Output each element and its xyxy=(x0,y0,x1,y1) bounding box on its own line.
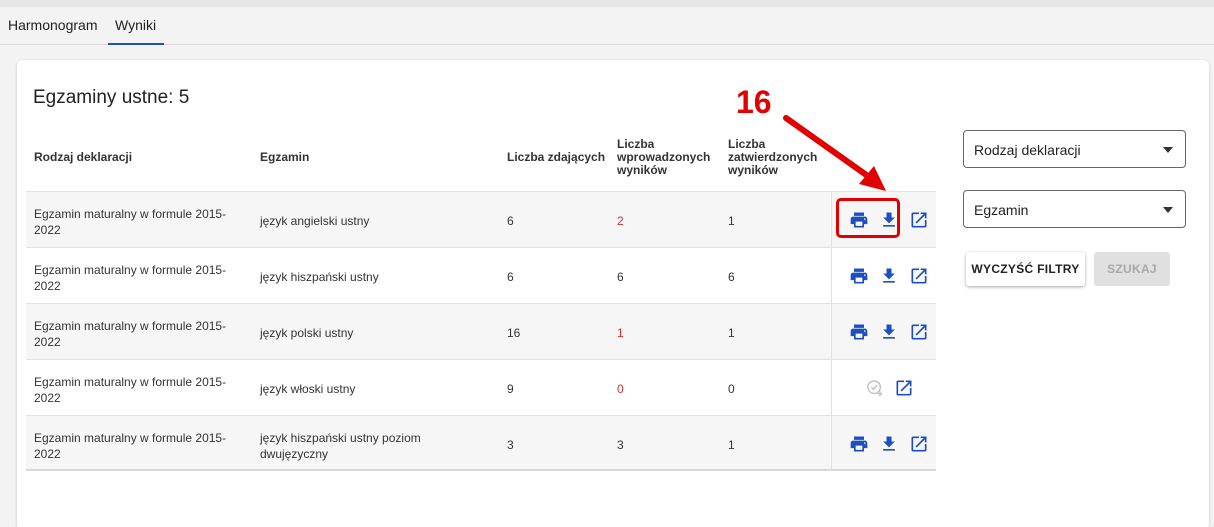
print-icon[interactable] xyxy=(849,322,869,342)
students-count-cell: 16 xyxy=(507,326,521,340)
active-tab-indicator xyxy=(108,43,164,45)
page-title: Egzaminy ustne: 5 xyxy=(33,87,190,108)
declaration-type-select-label: Rodzaj deklaracji xyxy=(974,142,1081,158)
column-header-line: Egzamin xyxy=(260,150,310,164)
exam-cell: język polski ustny xyxy=(260,326,354,340)
column-header: Rodzaj deklaracji xyxy=(34,151,132,164)
print-icon[interactable] xyxy=(849,266,869,286)
column-divider xyxy=(831,360,832,415)
row-actions xyxy=(838,322,934,342)
exam-cell: język włoski ustny xyxy=(260,382,356,396)
column-header-line: wyników xyxy=(728,163,779,177)
column-header: Liczba wprowadzonych wyników xyxy=(617,138,710,177)
exam-select[interactable]: Egzamin xyxy=(963,190,1186,228)
entered-results-cell: 0 xyxy=(617,382,624,396)
entered-results-cell: 1 xyxy=(617,326,624,340)
table-row: Egzamin maturalny w formule 2015-2022 jęz… xyxy=(26,191,936,247)
download-icon[interactable] xyxy=(879,322,899,342)
column-header: Liczba zdających xyxy=(507,151,605,164)
students-count-cell: 9 xyxy=(507,382,514,396)
approved-results-cell: 1 xyxy=(728,326,735,340)
tab-harmonogram[interactable]: Harmonogram xyxy=(8,17,97,33)
students-count-cell: 6 xyxy=(507,214,514,228)
table-row: Egzamin maturalny w formule 2015-2022 jęz… xyxy=(26,415,936,471)
declaration-type-cell: Egzamin maturalny w formule 2015-2022 xyxy=(34,431,227,461)
declaration-type-cell: Egzamin maturalny w formule 2015-2022 xyxy=(34,207,227,237)
row-actions xyxy=(838,434,934,454)
column-header-line: Liczba zdających xyxy=(507,150,606,164)
column-divider xyxy=(831,192,832,247)
approved-results-cell: 6 xyxy=(728,270,735,284)
top-strip xyxy=(0,0,1214,7)
column-header: Liczba zatwierdzonych wyników xyxy=(728,138,817,177)
clear-filters-button[interactable]: WYCZYŚĆ FILTRY xyxy=(966,252,1085,286)
row-actions xyxy=(838,378,934,398)
approved-results-cell: 0 xyxy=(728,382,735,396)
table-row: Egzamin maturalny w formule 2015-2022 jęz… xyxy=(26,303,936,359)
open-external-icon[interactable] xyxy=(894,378,914,398)
chevron-down-icon xyxy=(1163,207,1173,213)
declaration-type-cell: Egzamin maturalny w formule 2015-2022 xyxy=(34,319,227,349)
open-external-icon[interactable] xyxy=(909,322,929,342)
entered-results-cell: 3 xyxy=(617,438,624,452)
exam-cell: język hiszpański ustny poziom dwujęzyczn… xyxy=(260,431,421,461)
tab-wyniki[interactable]: Wyniki xyxy=(115,17,156,33)
chevron-down-icon xyxy=(1163,147,1173,153)
table-row: Egzamin maturalny w formule 2015-2022 jęz… xyxy=(26,247,936,303)
approved-results-cell: 1 xyxy=(728,214,735,228)
tab-bar: Harmonogram Wyniki xyxy=(0,7,1214,45)
table-row: Egzamin maturalny w formule 2015-2022 jęz… xyxy=(26,359,936,415)
exam-select-label: Egzamin xyxy=(974,202,1029,218)
approve-disabled-icon xyxy=(865,378,885,398)
download-icon[interactable] xyxy=(879,210,899,230)
download-icon[interactable] xyxy=(879,266,899,286)
students-count-cell: 3 xyxy=(507,438,514,452)
table-body: Egzamin maturalny w formule 2015-2022 jęz… xyxy=(26,191,936,471)
row-actions xyxy=(838,210,934,230)
column-divider xyxy=(831,304,832,359)
open-external-icon[interactable] xyxy=(909,210,929,230)
open-external-icon[interactable] xyxy=(909,266,929,286)
column-header: Egzamin xyxy=(260,151,309,164)
open-external-icon[interactable] xyxy=(909,434,929,454)
column-header-line: Rodzaj deklaracji xyxy=(34,150,133,164)
download-icon[interactable] xyxy=(879,434,899,454)
column-header-line: wyników xyxy=(617,163,668,177)
column-divider xyxy=(831,248,832,303)
declaration-type-cell: Egzamin maturalny w formule 2015-2022 xyxy=(34,375,227,405)
students-count-cell: 6 xyxy=(507,270,514,284)
entered-results-cell: 6 xyxy=(617,270,624,284)
search-button[interactable]: SZUKAJ xyxy=(1094,252,1170,286)
column-divider xyxy=(831,416,832,471)
print-icon[interactable] xyxy=(849,434,869,454)
row-actions xyxy=(838,266,934,286)
approved-results-cell: 1 xyxy=(728,438,735,452)
table-header: Rodzaj deklaracji Egzamin Liczba zdających… xyxy=(26,130,936,192)
declaration-type-cell: Egzamin maturalny w formule 2015-2022 xyxy=(34,263,227,293)
declaration-type-select[interactable]: Rodzaj deklaracji xyxy=(963,130,1186,168)
exam-cell: język hiszpański ustny xyxy=(260,270,379,284)
annotation-number: 16 xyxy=(736,84,772,120)
entered-results-cell: 2 xyxy=(617,214,624,228)
print-icon[interactable] xyxy=(849,210,869,230)
exam-cell: język angielski ustny xyxy=(260,214,370,228)
